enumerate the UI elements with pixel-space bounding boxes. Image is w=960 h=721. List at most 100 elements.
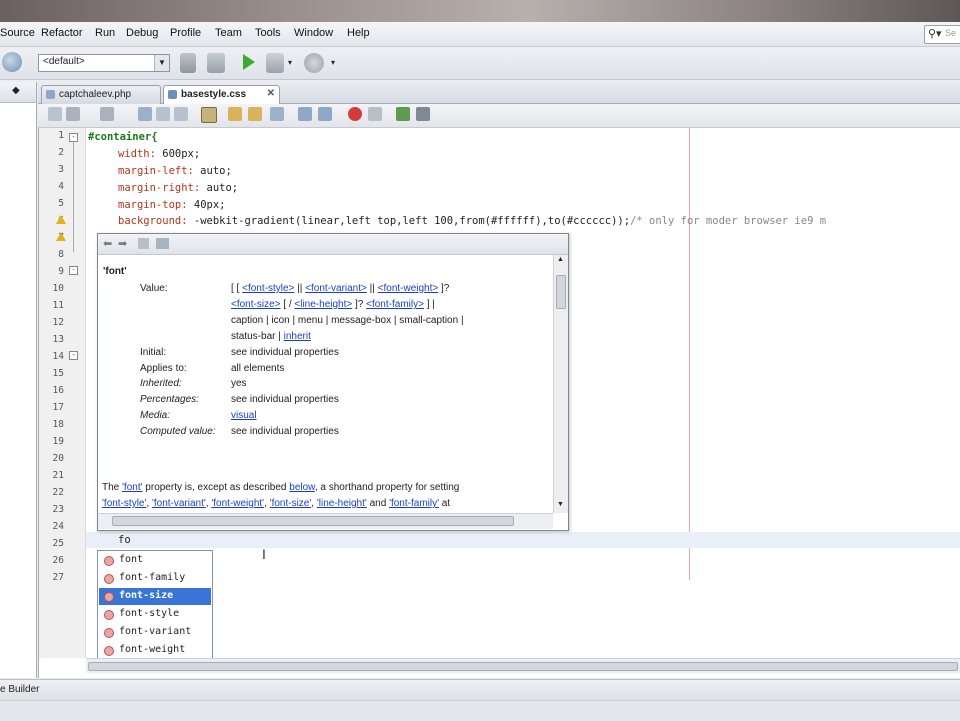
fold-toggle-icon[interactable]: - — [69, 266, 78, 275]
link-font-variant-desc[interactable]: 'font-variant' — [152, 498, 206, 509]
completion-item[interactable]: font-style — [99, 606, 211, 623]
menu-source[interactable]: Source — [0, 27, 35, 39]
link-line-height-desc[interactable]: 'line-height' — [317, 498, 367, 509]
current-line-highlight — [86, 532, 960, 548]
css-property: margin-left: — [118, 165, 194, 177]
doc-hscroll-thumb[interactable] — [112, 516, 514, 526]
line-number: 16 — [52, 385, 64, 396]
typed-text[interactable]: fo — [118, 534, 131, 546]
editor-hscroll-thumb[interactable] — [88, 662, 958, 671]
doc-inherited-value: yes — [231, 378, 247, 389]
link-font-weight[interactable]: <font-weight> — [378, 283, 439, 294]
config-select[interactable]: <default> ▼ — [38, 54, 170, 72]
find-previous-icon[interactable] — [156, 107, 170, 121]
doc-initial-label: Initial: — [140, 347, 167, 358]
menu-tools[interactable]: Tools — [255, 27, 281, 39]
link-inherit[interactable]: inherit — [284, 331, 311, 342]
completion-item[interactable]: font-family — [99, 570, 211, 587]
debug-icon[interactable] — [266, 53, 284, 73]
warning-icon[interactable] — [56, 215, 66, 224]
css-property: width: — [118, 148, 156, 160]
menu-debug[interactable]: Debug — [126, 27, 158, 39]
fold-toggle-icon[interactable]: - — [69, 351, 78, 360]
build-icon[interactable] — [207, 53, 225, 73]
tab-captchaleev[interactable]: captchaleev.php — [41, 85, 161, 104]
doc-value-keywords: caption | icon | menu | message-box | sm… — [231, 315, 464, 326]
link-font-size[interactable]: <font-size> — [231, 299, 280, 310]
completion-item[interactable]: font — [99, 552, 211, 569]
next-bookmark-icon[interactable] — [248, 107, 262, 121]
refresh-icon[interactable] — [2, 52, 22, 72]
tab-basestyle[interactable]: basestyle.css ✕ — [163, 85, 280, 104]
link-font-family-desc[interactable]: 'font-family' — [389, 498, 439, 509]
completion-item[interactable]: font-weight — [99, 642, 211, 659]
profile-icon[interactable] — [304, 53, 324, 73]
projects-panel: ◆ — [0, 82, 37, 678]
close-icon[interactable]: ✕ — [267, 88, 275, 99]
line-number: 18 — [52, 419, 64, 430]
doc-forward-icon[interactable]: ➡ — [118, 237, 127, 250]
link-font-style[interactable]: <font-style> — [242, 283, 294, 294]
uncomment-icon[interactable] — [416, 107, 430, 121]
link-font-size-desc[interactable]: 'font-size' — [270, 498, 312, 509]
link-font-weight-desc[interactable]: 'font-weight' — [211, 498, 264, 509]
fold-guide — [73, 142, 74, 252]
doc-source-icon[interactable] — [156, 238, 169, 249]
clean-build-icon[interactable] — [180, 53, 196, 73]
menu-refactor[interactable]: Refactor — [41, 27, 83, 39]
link-font-variant[interactable]: <font-variant> — [305, 283, 367, 294]
search-input[interactable]: ⚲▾ Se — [924, 25, 960, 44]
prev-bookmark-icon[interactable] — [228, 107, 242, 121]
find-next-icon[interactable] — [174, 107, 188, 121]
debug-dropdown-icon[interactable]: ▾ — [288, 58, 292, 67]
css-value: auto; — [200, 182, 239, 194]
doc-vertical-scrollbar[interactable]: ▲ ▼ — [553, 255, 568, 513]
line-number: 14 — [52, 351, 64, 362]
history-icon[interactable] — [48, 107, 62, 121]
toggle-highlight-icon[interactable] — [201, 107, 217, 123]
completion-item[interactable]: font-variant — [99, 624, 211, 641]
code-completion-list: font font-family font-size font-style font-v… — [97, 550, 213, 660]
projects-panel-header: ◆ — [0, 82, 36, 103]
php-file-icon — [46, 90, 55, 99]
link-line-height[interactable]: <line-height> — [294, 299, 352, 310]
link-visual[interactable]: visual — [231, 410, 257, 421]
menu-help[interactable]: Help — [347, 27, 370, 39]
stop-macro-icon[interactable] — [368, 107, 382, 121]
editor-horizontal-scrollbar[interactable] — [86, 658, 960, 673]
link-font-style-desc[interactable]: 'font-style' — [102, 498, 146, 509]
fold-toggle-icon[interactable]: - — [69, 133, 78, 142]
warning-icon[interactable] — [56, 232, 66, 241]
shift-right-icon[interactable] — [318, 107, 332, 121]
line-number: 3 — [58, 164, 64, 175]
toggle-bookmark-icon[interactable] — [270, 107, 284, 121]
menu-run[interactable]: Run — [95, 27, 115, 39]
link-font[interactable]: 'font' — [122, 482, 143, 493]
doc-back-icon[interactable]: ⬅ — [103, 237, 112, 250]
shift-left-icon[interactable] — [298, 107, 312, 121]
link-font-family[interactable]: <font-family> — [366, 299, 424, 310]
completion-item[interactable]: font-size — [99, 588, 211, 605]
forward-icon[interactable] — [100, 107, 114, 121]
doc-scroll-thumb[interactable] — [556, 275, 566, 309]
profile-dropdown-icon[interactable]: ▾ — [331, 58, 335, 67]
menu-window[interactable]: Window — [294, 27, 333, 39]
menu-profile[interactable]: Profile — [170, 27, 201, 39]
css-property: background: — [118, 215, 188, 227]
menu-team[interactable]: Team — [215, 27, 242, 39]
doc-popup-toolbar: ⬅ ➡ — [98, 234, 568, 255]
comment-icon[interactable] — [396, 107, 410, 121]
property-icon — [104, 574, 114, 584]
line-number: 9 — [58, 266, 64, 277]
property-icon — [104, 556, 114, 566]
scroll-down-icon[interactable]: ▼ — [557, 501, 564, 508]
find-icon[interactable] — [138, 107, 152, 121]
run-icon[interactable] — [243, 54, 255, 70]
panel-menu-icon[interactable]: ◆ — [12, 85, 20, 96]
link-below[interactable]: below — [289, 482, 315, 493]
start-macro-icon[interactable] — [348, 107, 362, 121]
doc-open-browser-icon[interactable] — [138, 238, 149, 249]
back-icon[interactable] — [66, 107, 80, 121]
scroll-up-icon[interactable]: ▲ — [557, 256, 564, 263]
doc-horizontal-scrollbar[interactable] — [98, 513, 553, 529]
